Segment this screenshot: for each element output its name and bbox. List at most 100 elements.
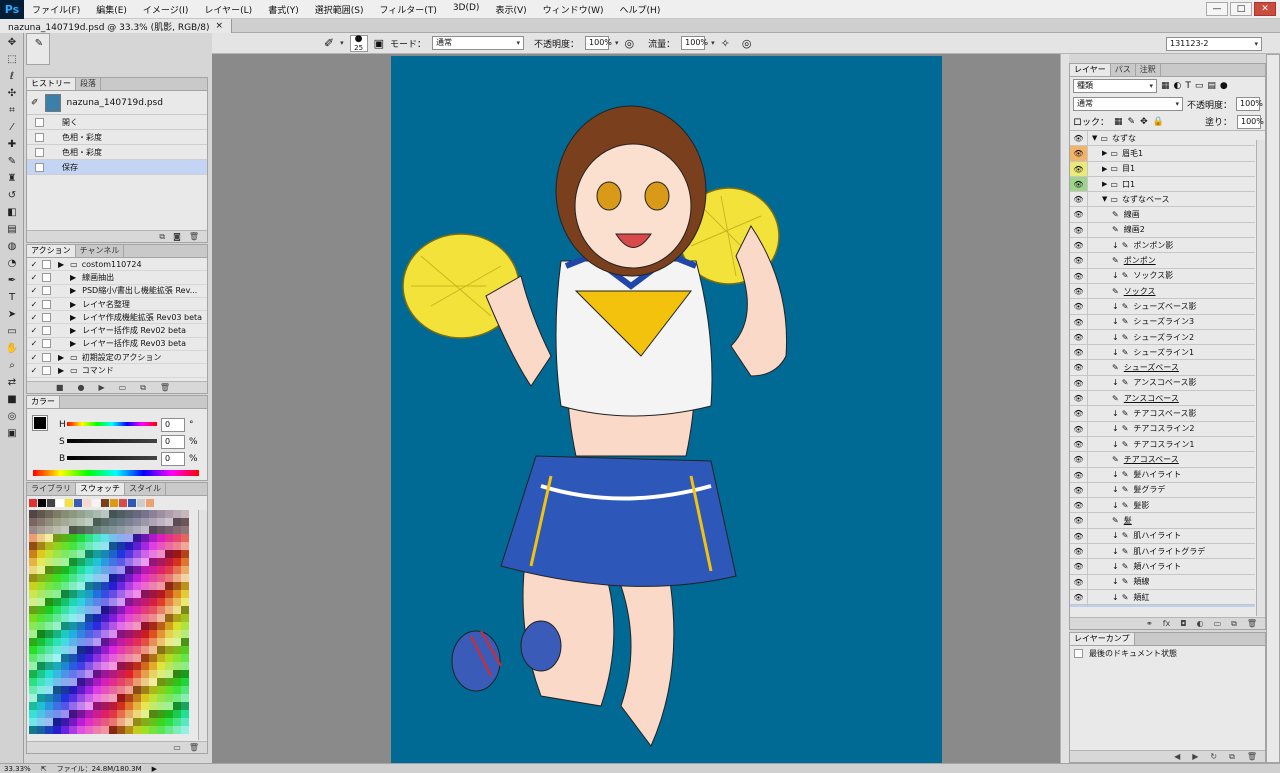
workspace-select[interactable]: 131123-2 ▾ [1166,37,1262,51]
swatch[interactable] [157,614,165,622]
maximize-button[interactable]: □ [1230,2,1252,16]
swatch[interactable] [69,590,77,598]
swatch[interactable] [157,702,165,710]
swatch[interactable] [53,630,61,638]
swatch[interactable] [109,510,117,518]
swatch[interactable] [125,694,133,702]
swatch[interactable] [157,670,165,678]
swatch[interactable] [37,662,45,670]
visibility-eye-icon[interactable]: 👁 [1070,436,1088,452]
layer-row[interactable]: 👁 ↓ ✎ 肌ハイライト [1070,528,1255,545]
swatch[interactable] [149,582,157,590]
menu-item[interactable]: ヘルプ(H) [612,3,669,16]
swatch[interactable] [61,534,69,542]
swatch[interactable] [165,534,173,542]
swatch[interactable] [133,566,141,574]
swatch[interactable] [29,654,37,662]
swatch[interactable] [53,590,61,598]
recent-swatch[interactable] [29,499,37,507]
swatch[interactable] [157,694,165,702]
swatch[interactable] [157,566,165,574]
swatch[interactable] [77,598,85,606]
swatch[interactable] [85,726,93,734]
visibility-eye-icon[interactable]: 👁 [1070,253,1088,268]
history-brush-tool-icon[interactable]: ↺ [2,187,22,203]
adjustment-layer-icon[interactable]: ◐ [1197,619,1204,628]
action-enabled-icon[interactable]: ✓ [29,260,39,269]
swatch[interactable] [181,670,189,678]
swatch[interactable] [173,622,181,630]
swatch[interactable] [141,582,149,590]
swatch[interactable] [149,534,157,542]
swatch[interactable] [117,694,125,702]
swatch[interactable] [109,574,117,582]
layer-row[interactable]: 👁 ▶ ▭ 目1 [1070,161,1255,177]
swatch[interactable] [149,558,157,566]
layer-opacity-input[interactable]: 100% [1236,97,1263,111]
layer-row[interactable]: 👁↓✎肌影 [1070,605,1255,607]
swatch[interactable] [85,654,93,662]
swatch[interactable] [53,558,61,566]
swatch[interactable] [29,558,37,566]
swatch[interactable] [93,718,101,726]
recent-swatch[interactable] [137,499,145,507]
action-enabled-icon[interactable]: ✓ [29,300,39,309]
layer-row[interactable]: 👁 ↓ ✎ チアコスライン1 [1070,436,1255,453]
layer-row[interactable]: 👁 ✎ 線画 [1070,207,1255,223]
visibility-eye-icon[interactable]: 👁 [1070,544,1088,559]
expand-arrow-icon[interactable]: ▶ [1102,180,1107,188]
action-dialog-toggle[interactable] [42,272,51,282]
tab-layers[interactable]: レイヤー [1070,64,1111,76]
swatch[interactable] [149,670,157,678]
swatch[interactable] [157,558,165,566]
color-h-slider[interactable] [67,422,157,426]
layer-row[interactable]: 👁 ↓ ✎ チアコスベース影 [1070,406,1255,422]
expand-arrow-icon[interactable]: ▶ [58,366,64,375]
swatch[interactable] [69,710,77,718]
expand-arrow-icon[interactable]: ▶ [1102,165,1107,173]
layer-row[interactable]: 👁 ↓ ✎ 髪ハイライト [1070,467,1255,483]
swatch[interactable] [141,526,149,534]
status-arrow-icon[interactable]: ▶ [152,765,157,773]
swatch[interactable] [101,678,109,686]
layer-row[interactable]: 👁 ↓ ✎ 頬ハイライト [1070,559,1255,575]
swatch[interactable] [29,534,37,542]
swatch[interactable] [93,518,101,526]
swatch[interactable] [157,646,165,654]
swatch[interactable] [149,622,157,630]
swatch[interactable] [173,686,181,694]
visibility-eye-icon[interactable]: 👁 [1070,528,1088,543]
swatch[interactable] [93,662,101,670]
layer-row[interactable]: 👁 ↓ ✎ ポンポン影 [1070,238,1255,254]
swatch[interactable] [45,590,53,598]
swatch[interactable] [125,550,133,558]
swatch[interactable] [149,574,157,582]
swatch[interactable] [45,726,53,734]
crop-tool-icon[interactable]: ⌗ [2,102,22,118]
swatch[interactable] [149,550,157,558]
swatch[interactable] [117,622,125,630]
swatch[interactable] [77,702,85,710]
swatch[interactable] [45,510,53,518]
swatch[interactable] [109,566,117,574]
healing-brush-tool-icon[interactable]: ✚ [2,136,22,152]
brush-source-icon[interactable]: ✐ [31,98,39,108]
visibility-eye-icon[interactable]: 👁 [1070,498,1088,513]
swatch[interactable] [165,518,173,526]
swatch[interactable] [61,542,69,550]
swatch[interactable] [173,646,181,654]
history-item[interactable]: 色相・彩度 [27,130,207,145]
new-set-icon[interactable]: ▭ [119,383,127,392]
tab-actions[interactable]: アクション [27,245,76,257]
swatch[interactable] [85,646,93,654]
swatch[interactable] [133,590,141,598]
swatch[interactable] [133,726,141,734]
swatch[interactable] [101,566,109,574]
swatch[interactable] [133,542,141,550]
menu-item[interactable]: 表示(V) [487,3,534,16]
swatch[interactable] [77,590,85,598]
swatch[interactable] [165,670,173,678]
swatch[interactable] [69,662,77,670]
action-enabled-icon[interactable]: ✓ [29,273,39,282]
swatch[interactable] [101,710,109,718]
